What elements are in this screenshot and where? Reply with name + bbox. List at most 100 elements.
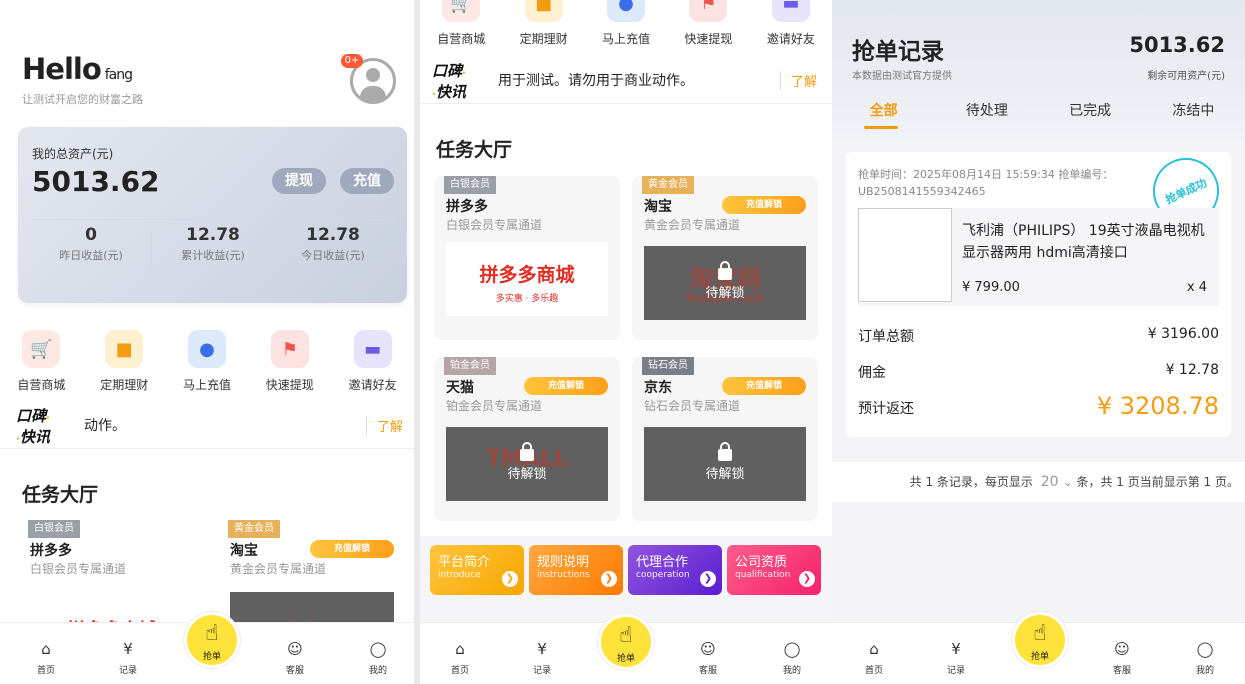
user-card-icon: ● <box>607 0 646 22</box>
status-tabs: 全部 待处理 已完成 冻结中 <box>832 100 1245 120</box>
quick-menu: 🛒 自营商城 ■ 定期理财 ● 马上充值 ⚑ 快速提现 ▬ 邀请好友 <box>0 330 414 393</box>
person-icon: ◯ <box>1196 640 1214 658</box>
product-image <box>858 208 952 302</box>
home-icon: ⌂ <box>41 640 51 658</box>
card-logo: TMALL 待解锁 <box>446 427 608 501</box>
product-row[interactable]: 飞利浦（PHILIPS） 19英寸液晶电视机 显示器两用 hdmi高清接口 ¥ … <box>858 208 1219 306</box>
menu-finance[interactable]: ■ 定期理财 <box>83 330 166 393</box>
grab-order-button[interactable]: ☝ 抢单 <box>1012 612 1068 668</box>
tab-mine[interactable]: ◯ 我的 <box>358 638 398 676</box>
refund-row: 预计返还 ¥ 3208.78 <box>858 392 1219 420</box>
menu-mall[interactable]: 🛒 自营商城 <box>0 330 83 393</box>
menu-invite[interactable]: ▬ 邀请好友 <box>750 0 832 58</box>
tab-service[interactable]: ☺ 客服 <box>688 638 728 676</box>
task-card-jd[interactable]: 钻石会员 京东 充值解锁 钻石会员专属通道 待解锁 <box>632 357 818 521</box>
agency-button[interactable]: 代理合作 cooperation ❯ <box>628 545 722 595</box>
greeting: Hello fang <box>22 52 133 86</box>
card-title: 拼多多 <box>30 543 72 559</box>
card-subtitle: 黄金会员专属通道 <box>644 218 741 232</box>
task-card-taobao[interactable]: 黄金会员 淘宝 充值解锁 黄金会员专属通道 淘宝网 Taobao.com 待解锁 <box>632 176 818 340</box>
tab-service[interactable]: ☺ 客服 <box>1102 638 1142 676</box>
tab-records[interactable]: ¥ 记录 <box>108 638 148 676</box>
tab-home[interactable]: ⌂ 首页 <box>854 638 894 676</box>
card-subtitle: 黄金会员专属通道 <box>230 562 327 576</box>
tab-records[interactable]: ¥ 记录 <box>522 638 562 676</box>
unlock-button[interactable]: 充值解锁 <box>310 540 394 558</box>
menu-invite[interactable]: ▬ 邀请好友 <box>331 330 414 393</box>
person-icon: ◯ <box>369 640 387 658</box>
tier-tag: 黄金会员 <box>228 520 280 538</box>
user-name: fang <box>104 67 133 83</box>
lock-icon <box>520 442 534 461</box>
menu-recharge[interactable]: ● 马上充值 <box>166 330 249 393</box>
tab-home[interactable]: ⌂ 首页 <box>440 638 480 676</box>
active-tab-indicator <box>864 126 898 129</box>
card-subtitle: 白银会员专属通道 <box>446 218 543 232</box>
chat-icon: ☺ <box>1114 640 1130 658</box>
unlock-button[interactable]: 充值解锁 <box>722 377 806 395</box>
tab-service[interactable]: ☺ 客服 <box>275 638 315 676</box>
grab-order-button[interactable]: ☝ 抢单 <box>598 614 654 670</box>
product-name: 飞利浦（PHILIPS） 19英寸液晶电视机 显示器两用 hdmi高清接口 <box>962 223 1205 261</box>
stat-total: 12.78 累计收益(元) <box>181 225 245 262</box>
tab-pending[interactable]: 待处理 <box>935 100 1038 120</box>
tier-tag: 白银会员 <box>444 176 496 194</box>
tier-tag: 钻石会员 <box>642 357 694 375</box>
lock-icon <box>718 442 732 461</box>
qualification-button[interactable]: 公司资质 qualification ❯ <box>727 545 821 595</box>
more-link[interactable]: 了解 <box>366 416 403 435</box>
task-card-pdd[interactable]: 白银会员 拼多多 白银会员专属通道 拼多多商城 多实惠 · 多乐趣 <box>434 176 620 340</box>
platform-intro-button[interactable]: 平台简介 introduce ❯ <box>430 545 524 595</box>
tab-all[interactable]: 全部 <box>832 100 935 120</box>
tab-frozen[interactable]: 冻结中 <box>1142 100 1245 120</box>
page-title: 抢单记录 <box>852 39 944 65</box>
menu-withdraw[interactable]: ⚑ 快速提现 <box>667 0 749 58</box>
brand-logo: 口碑· ·快讯 <box>16 407 50 446</box>
card-title: 京东 <box>644 380 672 396</box>
order-total-row: 订单总额 ¥ 3196.00 <box>858 326 1219 345</box>
unlock-button[interactable]: 充值解锁 <box>722 196 806 214</box>
card-logo: 拼多多商城 多实惠 · 多乐趣 <box>446 242 608 316</box>
tab-home[interactable]: ⌂ 首页 <box>26 638 66 676</box>
card-subtitle: 钻石会员专属通道 <box>644 399 741 413</box>
tab-mine[interactable]: ◯ 我的 <box>772 638 812 676</box>
balance-label: 剩余可用资产(元) <box>1147 71 1225 82</box>
lock-icon <box>718 261 732 280</box>
page-size-select[interactable]: 20 <box>1041 474 1059 490</box>
subtitle: 让测试开启您的财富之路 <box>22 93 143 106</box>
product-quantity: x 4 <box>1186 280 1207 295</box>
withdraw-button[interactable]: 提现 <box>272 168 326 194</box>
grab-order-button[interactable]: ☝ 抢单 <box>184 612 240 668</box>
yen-icon: ¥ <box>951 640 961 658</box>
task-card-taobao[interactable]: 黄金会员 淘宝 充值解锁 黄金会员专属通道 淘宝网 <box>218 520 406 630</box>
tab-mine[interactable]: ◯ 我的 <box>1185 638 1225 676</box>
more-link[interactable]: 了解 <box>780 71 817 90</box>
wallet-icon: ■ <box>105 330 144 368</box>
card-title: 淘宝 <box>230 543 258 559</box>
task-card-pdd[interactable]: 白银会员 拼多多 白银会员专属通道 拼多多商城 <box>18 520 206 630</box>
rules-button[interactable]: 规则说明 instructions ❯ <box>529 545 623 595</box>
menu-recharge[interactable]: ● 马上充值 <box>585 0 667 58</box>
card-subtitle: 白银会员专属通道 <box>30 562 127 576</box>
menu-mall[interactable]: 🛒 自营商城 <box>420 0 502 58</box>
order-time: 抢单时间：2025年08月14日 15:59:34 抢单编号：UB2508141… <box>858 168 1114 198</box>
home-icon: ⌂ <box>869 640 879 658</box>
lock-overlay: 待解锁 <box>644 261 806 301</box>
tab-records[interactable]: ¥ 记录 <box>936 638 976 676</box>
asset-label: 我的总资产(元) <box>32 147 114 161</box>
home-icon: ⌂ <box>455 640 465 658</box>
product-price: ¥ 799.00 <box>962 280 1020 295</box>
unlock-button[interactable]: 充值解锁 <box>524 377 608 395</box>
yen-icon: ¥ <box>123 640 133 658</box>
menu-withdraw[interactable]: ⚑ 快速提现 <box>248 330 331 393</box>
lock-overlay: 待解锁 <box>446 442 608 482</box>
menu-finance[interactable]: ■ 定期理财 <box>502 0 584 58</box>
balance-amount: 5013.62 <box>1129 33 1225 57</box>
commission-row: 佣金 ¥ 12.78 <box>858 362 1219 381</box>
chat-icon: ☺ <box>700 640 716 658</box>
recharge-button[interactable]: 充值 <box>340 168 394 194</box>
purse-icon: ▬ <box>771 0 810 22</box>
tab-completed[interactable]: 已完成 <box>1039 100 1142 120</box>
chat-icon: ☺ <box>287 640 303 658</box>
task-card-tmall[interactable]: 铂金会员 天猫 充值解锁 铂金会员专属通道 TMALL 待解锁 <box>434 357 620 521</box>
